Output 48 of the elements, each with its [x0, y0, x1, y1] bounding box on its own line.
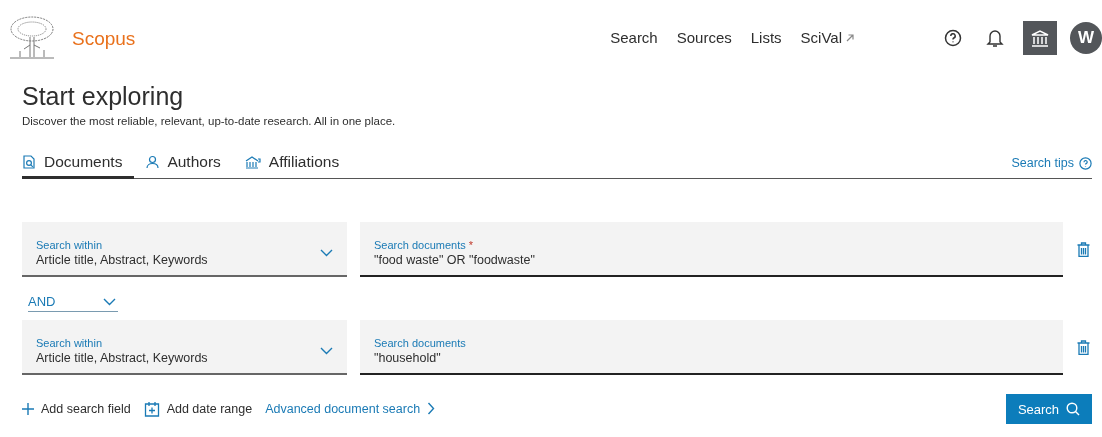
add-button[interactable]: Add date range [143, 400, 253, 417]
advanced-search-link[interactable]: Advanced document search [265, 401, 436, 416]
plus-icon [22, 402, 34, 415]
institution-icon [1031, 28, 1049, 47]
external-link-icon [846, 33, 854, 42]
search-tab[interactable]: Documents [22, 153, 135, 179]
building-icon [244, 155, 261, 169]
bell-icon[interactable] [986, 27, 1004, 48]
person-icon [146, 155, 160, 169]
page-subtitle: Discover the most reliable, relevant, up-to-date research. All in one place. [22, 115, 397, 127]
search-tips-link[interactable]: Search tips [1011, 156, 1092, 178]
field-label: Search documents [374, 336, 467, 349]
field-label: Search within [36, 336, 104, 349]
field-value: "food waste" OR "foodwaste" [374, 252, 536, 267]
user-avatar[interactable]: W [1070, 21, 1102, 54]
tree-logo-icon [8, 14, 56, 61]
trash-icon[interactable] [1077, 340, 1090, 355]
field-value: "household" [374, 350, 442, 365]
field-label: Search within [36, 238, 104, 251]
search-tab[interactable]: Affiliations [244, 153, 352, 179]
search-tab[interactable]: Authors [146, 153, 233, 179]
chevron-down-icon [103, 297, 116, 306]
search-within-dropdown[interactable]: Search within Article title, Abstract, Keywords [22, 320, 347, 375]
chevron-down-icon [320, 346, 333, 355]
search-input-field[interactable]: Search documents * "food waste" OR "foodwaste" [360, 222, 1063, 277]
field-label: Search documents * [374, 238, 475, 251]
nav-link[interactable]: Lists [750, 29, 782, 46]
calendar-plus-icon [143, 400, 160, 417]
help-icon [1079, 156, 1092, 170]
search-within-dropdown[interactable]: Search within Article title, Abstract, Keywords [22, 222, 347, 277]
chevron-down-icon [320, 248, 333, 257]
nav-link[interactable]: SciVal [800, 29, 854, 46]
search-input-field[interactable]: Search documents "household" [360, 320, 1063, 375]
field-value: Article title, Abstract, Keywords [36, 252, 208, 267]
nav-link[interactable]: Sources [676, 29, 732, 46]
operator-dropdown[interactable]: AND [28, 294, 118, 312]
operator-value: AND [28, 294, 56, 309]
search-icon [1066, 402, 1081, 416]
page-title: Start exploring [22, 82, 185, 111]
field-value: Article title, Abstract, Keywords [36, 350, 208, 365]
help-icon[interactable] [944, 28, 962, 47]
add-button[interactable]: Add search field [22, 401, 131, 416]
document-search-icon [22, 154, 36, 170]
institution-button[interactable] [1023, 20, 1057, 55]
trash-icon[interactable] [1077, 242, 1090, 257]
search-button[interactable]: Search [1006, 394, 1092, 424]
chevron-right-icon [427, 402, 436, 415]
nav-link[interactable]: Search [610, 29, 658, 46]
